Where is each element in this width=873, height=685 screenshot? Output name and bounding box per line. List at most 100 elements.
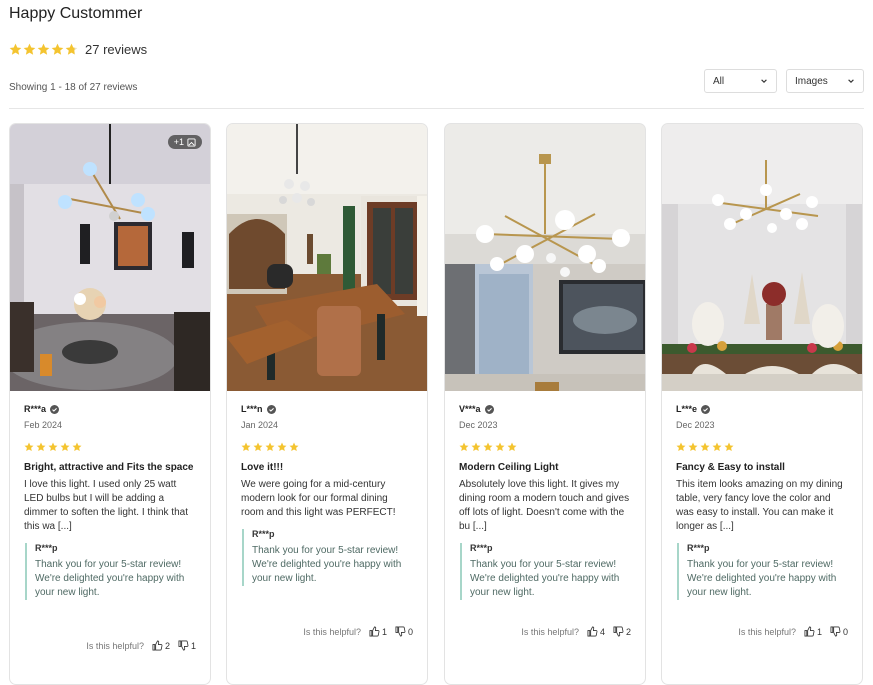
star-icon — [24, 442, 34, 452]
review-card[interactable]: +1 R***a Feb 2024 Bright, attractive and… — [9, 123, 211, 685]
star-icon — [700, 442, 710, 452]
star-icon — [507, 442, 517, 452]
review-count: 27 reviews — [85, 42, 148, 57]
review-photo[interactable] — [662, 124, 862, 391]
helpful-no-button[interactable]: 0 — [395, 626, 413, 637]
reviewer-name: R***a — [24, 404, 47, 414]
verified-check-icon — [701, 404, 711, 414]
review-text: I love this light. I used only 25 watt L… — [24, 479, 188, 532]
review-title: Bright, attractive and Fits the space — [24, 462, 194, 473]
review-stars — [676, 442, 848, 452]
thumbs-up-icon — [587, 626, 598, 637]
star-icon — [265, 442, 275, 452]
review-text: We were going for a mid-century modern l… — [241, 479, 396, 518]
review-date: Dec 2023 — [676, 420, 715, 430]
thumbs-up-icon — [804, 626, 815, 637]
review-photo[interactable] — [227, 124, 427, 391]
helpful-yes-button[interactable]: 1 — [369, 626, 387, 637]
helpful-row: Is this helpful? 1 0 — [738, 626, 848, 637]
thumbs-down-icon — [613, 626, 624, 637]
review-photo[interactable] — [445, 124, 645, 391]
star-icon — [495, 442, 505, 452]
header-divider — [9, 108, 864, 109]
store-reply: R***p Thank you for your 5-star review! … — [460, 543, 631, 600]
star-icon — [471, 442, 481, 452]
store-reply: R***p Thank you for your 5-star review! … — [25, 543, 196, 600]
review-stars — [24, 442, 196, 452]
helpful-label: Is this helpful? — [86, 640, 144, 651]
star-half-icon — [65, 43, 78, 55]
helpful-yes-count: 1 — [816, 626, 822, 637]
reply-text: Thank you for your 5-star review! We're … — [470, 559, 620, 598]
review-date: Feb 2024 — [24, 420, 63, 430]
helpful-row: Is this helpful? 1 0 — [303, 626, 413, 637]
helpful-no-button[interactable]: 1 — [178, 640, 196, 651]
showing-count: Showing 1 - 18 of 27 reviews — [9, 82, 138, 93]
helpful-yes-button[interactable]: 1 — [804, 626, 822, 637]
helpful-label: Is this helpful? — [521, 626, 579, 637]
star-icon — [688, 442, 698, 452]
star-icon — [459, 442, 469, 452]
thumbs-down-icon — [178, 640, 189, 651]
helpful-no-count: 0 — [407, 626, 413, 637]
reply-text: Thank you for your 5-star review! We're … — [252, 545, 402, 584]
review-photo[interactable]: +1 — [10, 124, 210, 391]
helpful-label: Is this helpful? — [303, 626, 361, 637]
reviewer-name: V***a — [459, 404, 481, 414]
reviewer-name: L***n — [241, 404, 263, 414]
rating-filter-value: All — [713, 75, 725, 87]
helpful-no-button[interactable]: 2 — [613, 626, 631, 637]
more-images-badge[interactable]: +1 — [167, 135, 202, 149]
review-title: Fancy & Easy to install — [676, 462, 785, 473]
review-card[interactable]: V***a Dec 2023 Modern Ceiling Light Abso… — [444, 123, 646, 685]
star-icon — [37, 43, 50, 55]
store-reply: R***p Thank you for your 5-star review! … — [242, 529, 413, 586]
media-filter-select[interactable]: Images — [786, 69, 864, 93]
helpful-yes-button[interactable]: 2 — [152, 640, 170, 651]
page-title: Happy Custommer — [9, 5, 143, 22]
review-text: This item looks amazing on my dining tab… — [676, 479, 843, 532]
review-card[interactable]: L***n Jan 2024 Love it!!! We were going … — [226, 123, 428, 685]
star-icon — [724, 442, 734, 452]
helpful-no-count: 0 — [842, 626, 848, 637]
rating-filter-select[interactable]: All — [704, 69, 777, 93]
thumbs-up-icon — [369, 626, 380, 637]
reply-author: R***p — [687, 543, 710, 553]
helpful-yes-count: 2 — [164, 640, 170, 651]
helpful-yes-button[interactable]: 4 — [587, 626, 605, 637]
thumbs-down-icon — [395, 626, 406, 637]
review-date: Dec 2023 — [459, 420, 498, 430]
helpful-no-button[interactable]: 0 — [830, 626, 848, 637]
star-icon — [51, 43, 64, 55]
star-icon — [36, 442, 46, 452]
star-icon — [23, 43, 36, 55]
store-reply: R***p Thank you for your 5-star review! … — [677, 543, 848, 600]
helpful-no-count: 1 — [190, 640, 196, 651]
image-icon — [187, 137, 196, 147]
reply-text: Thank you for your 5-star review! We're … — [35, 559, 185, 598]
review-stars — [459, 442, 631, 452]
thumbs-down-icon — [830, 626, 841, 637]
star-icon — [48, 442, 58, 452]
chevron-down-icon — [761, 79, 767, 83]
verified-check-icon — [266, 404, 276, 414]
helpful-label: Is this helpful? — [738, 626, 796, 637]
helpful-row: Is this helpful? 2 1 — [86, 640, 196, 651]
media-filter-value: Images — [795, 75, 828, 87]
helpful-row: Is this helpful? 4 2 — [521, 626, 631, 637]
reply-author: R***p — [35, 543, 58, 553]
helpful-yes-count: 4 — [599, 626, 605, 637]
review-date: Jan 2024 — [241, 420, 279, 430]
star-icon — [676, 442, 686, 452]
more-images-count: +1 — [173, 137, 184, 147]
star-icon — [289, 442, 299, 452]
star-icon — [72, 442, 82, 452]
star-icon — [9, 43, 22, 55]
star-icon — [277, 442, 287, 452]
helpful-no-count: 2 — [625, 626, 631, 637]
overall-rating: 27 reviews — [9, 42, 147, 57]
review-card[interactable]: L***e Dec 2023 Fancy & Easy to install T… — [661, 123, 863, 685]
verified-check-icon — [484, 404, 494, 414]
star-icon — [712, 442, 722, 452]
star-icon — [483, 442, 493, 452]
